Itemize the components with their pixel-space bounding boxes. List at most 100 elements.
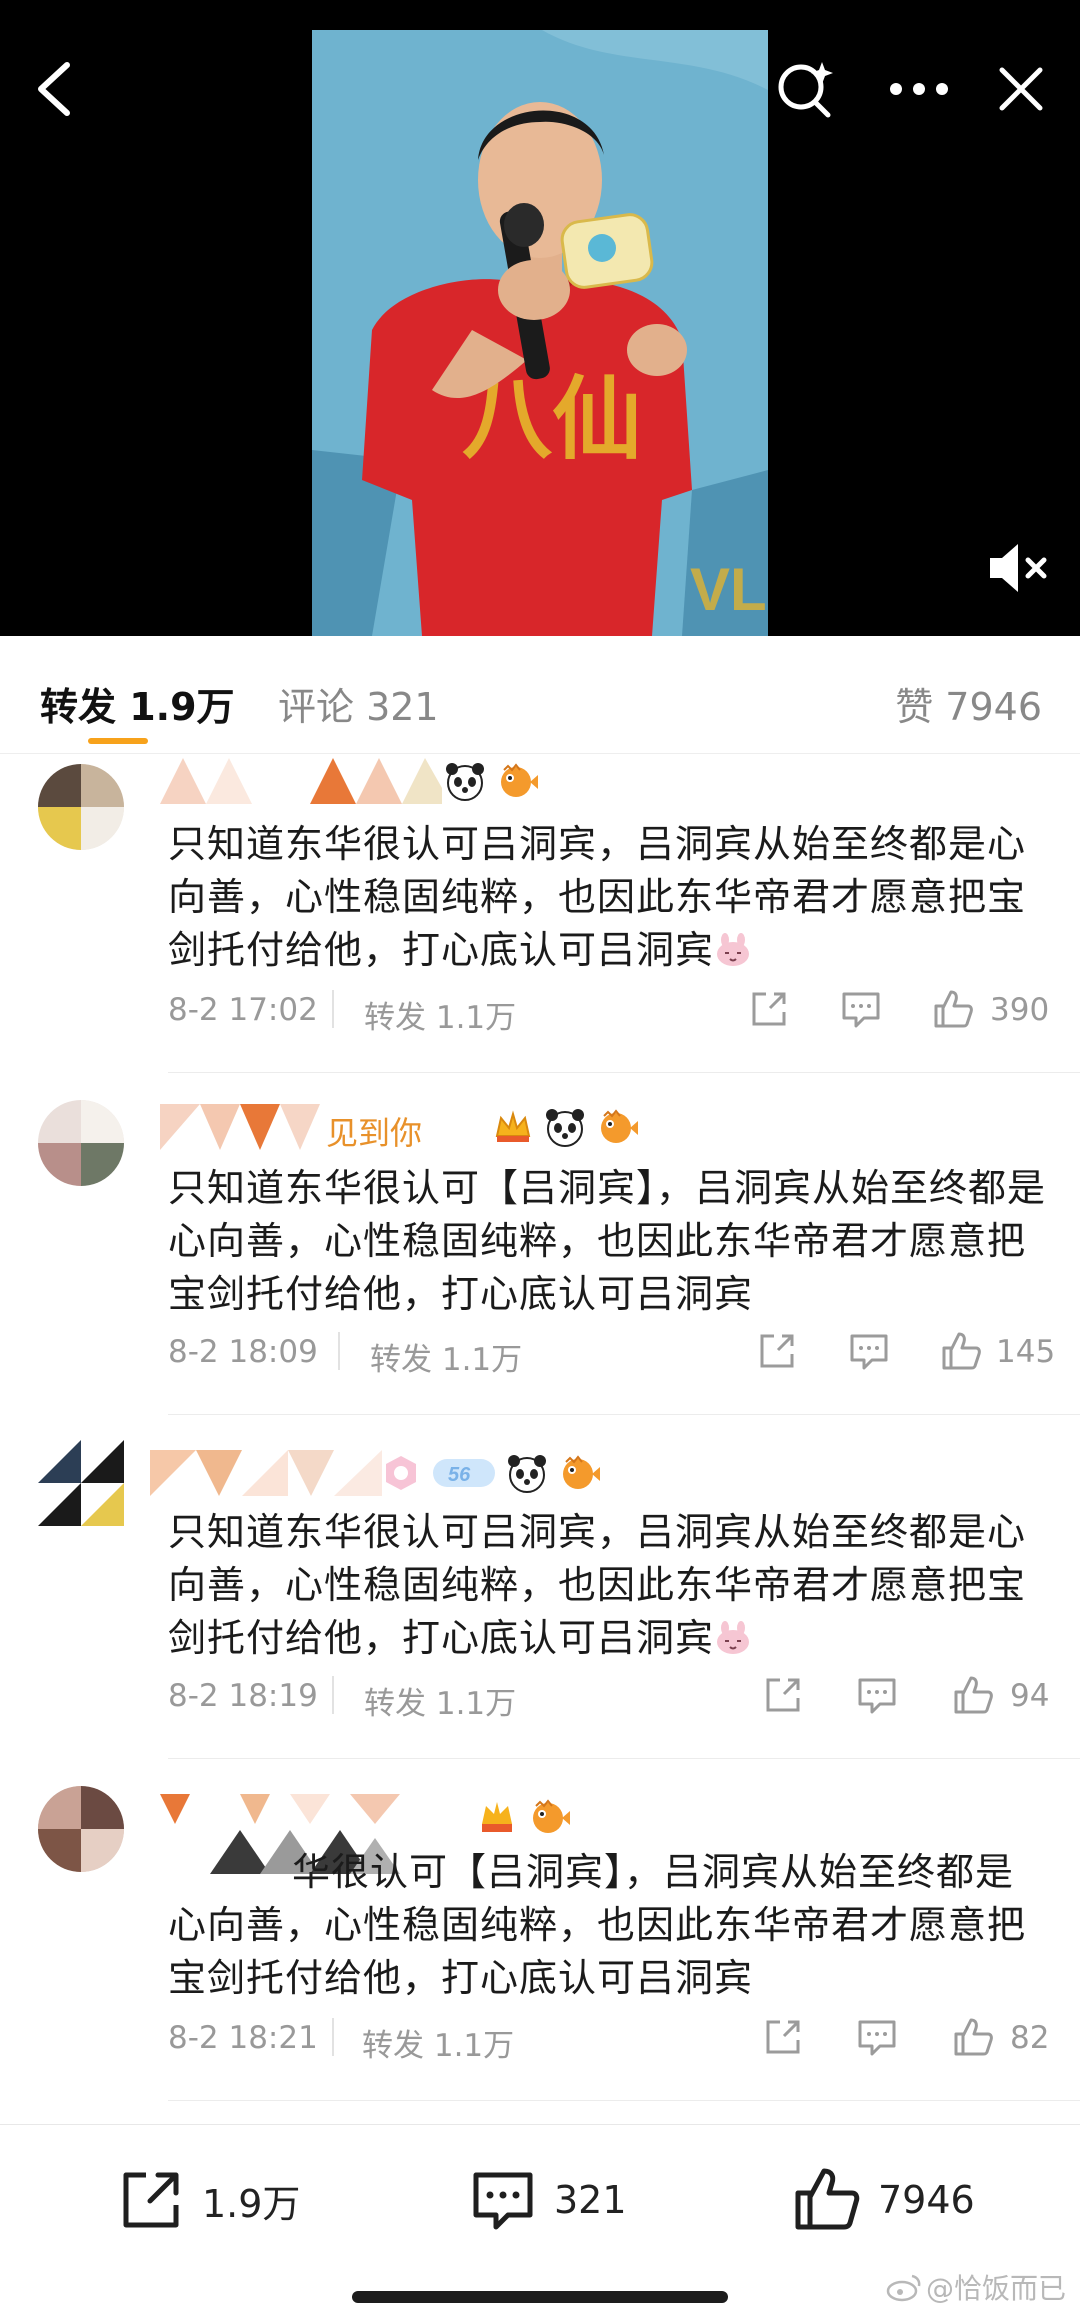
- tab-likes[interactable]: 赞 7946: [895, 676, 1042, 731]
- comment-divider: [168, 2100, 1080, 2101]
- panda-icon: [446, 763, 484, 801]
- share-button[interactable]: [748, 988, 790, 1030]
- thumbs-up-icon: [954, 2018, 993, 2056]
- share-button[interactable]: [762, 2016, 804, 2058]
- repost-count: 转发 1.1万: [364, 1000, 517, 1036]
- video-frame[interactable]: VL 八仙: [312, 30, 768, 636]
- crown-icon: [495, 1110, 531, 1142]
- comment-text-content: 华很认可【吕洞宾】，吕洞宾从始至终都是心向善，心性稳固纯粹，也因此东华帝君才愿意…: [168, 1850, 1027, 2000]
- watermark: @恰饭而已: [886, 2267, 1066, 2307]
- comment-text-content: 只知道东华很认可吕洞宾，吕洞宾从始至终都是心向善，心性稳固纯粹，也因此东华帝君才…: [168, 822, 1027, 972]
- search-button[interactable]: [770, 54, 840, 124]
- bunny-emoji-icon: [717, 1621, 750, 1654]
- like-button[interactable]: [952, 1674, 994, 1716]
- user-badges: [444, 758, 538, 804]
- meta-divider: [332, 1676, 334, 1714]
- comment-date: 8-2 18:21: [168, 2020, 318, 2056]
- comment-total: 321: [554, 2178, 627, 2222]
- reply-button[interactable]: [848, 1330, 890, 1372]
- back-button[interactable]: [18, 54, 88, 124]
- comment-divider: [168, 1758, 1080, 1759]
- comment-text: 只知道东华很认可吕洞宾，吕洞宾从始至终都是心向善，心性稳固纯粹，也因此东华帝君才…: [168, 818, 1048, 977]
- like-action[interactable]: 7946: [792, 2165, 975, 2235]
- comment-icon: [858, 2020, 896, 2056]
- repost-action[interactable]: 1.9万: [116, 2165, 300, 2235]
- comment-text: 只知道东华很认可吕洞宾，吕洞宾从始至终都是心向善，心性稳固纯粹，也因此东华帝君才…: [168, 1506, 1048, 1665]
- panda-icon: [546, 1109, 584, 1147]
- comment-icon: [842, 992, 880, 1028]
- comment-icon: [850, 1334, 888, 1370]
- chevron-left-icon: [38, 62, 70, 116]
- repost-count: 转发 1.1万: [370, 1342, 523, 1378]
- like-count: 390: [990, 992, 1050, 1028]
- more-button[interactable]: [884, 54, 954, 124]
- thumbs-up-icon: [934, 990, 973, 1028]
- share-icon: [766, 2020, 800, 2054]
- speaker-muted-icon: [990, 544, 1047, 592]
- close-button[interactable]: [986, 54, 1056, 124]
- video-player[interactable]: VL 八仙: [0, 0, 1080, 636]
- pufferfish-icon: [501, 763, 538, 797]
- username-mosaic[interactable]: [150, 1450, 382, 1496]
- username-mosaic[interactable]: [160, 1104, 320, 1150]
- like-count: 82: [1010, 2020, 1050, 2056]
- user-badges: 56: [380, 1450, 600, 1496]
- pufferfish-icon: [563, 1455, 600, 1489]
- user-badges: [492, 1104, 638, 1150]
- like-button[interactable]: [932, 988, 974, 1030]
- share-button[interactable]: [756, 1330, 798, 1372]
- comment-meta: 8-2 17:02 转发 1.1万 390: [168, 984, 1050, 1036]
- thumbs-up-icon: [954, 1676, 993, 1714]
- reply-button[interactable]: [856, 1674, 898, 1716]
- repost-count: 转发 1.1万: [362, 2028, 515, 2064]
- like-count: 145: [996, 1334, 1056, 1370]
- home-indicator[interactable]: [352, 2291, 728, 2303]
- meta-divider: [332, 2018, 334, 2056]
- pufferfish-icon: [533, 1799, 570, 1833]
- pufferfish-icon: [601, 1109, 638, 1143]
- svg-text:VL: VL: [690, 556, 767, 623]
- comment-meta: 8-2 18:19 转发 1.1万 94: [168, 1670, 1050, 1722]
- svg-text:56: 56: [448, 1464, 471, 1486]
- like-total: 7946: [878, 2178, 975, 2222]
- avatar[interactable]: [38, 1440, 124, 1526]
- comment-date: 8-2 18:19: [168, 1678, 318, 1714]
- comment-divider: [168, 1414, 1080, 1415]
- thumbs-up-icon: [795, 2168, 860, 2230]
- share-icon: [752, 992, 786, 1026]
- reply-button[interactable]: [840, 988, 882, 1030]
- avatar[interactable]: [38, 764, 124, 850]
- like-count: 94: [1010, 1678, 1050, 1714]
- comment-text: 只知道东华很认可【吕洞宾】，吕洞宾从始至终都是心向善，心性稳固纯粹，也因此东华帝…: [168, 1162, 1048, 1321]
- bottom-action-bar: 1.9万 321 7946 @恰饭而已: [0, 2124, 1080, 2312]
- comment-meta: 8-2 18:21 转发 1.1万 82: [168, 2012, 1050, 2064]
- username-mosaic[interactable]: [160, 758, 442, 804]
- share-button[interactable]: [762, 1674, 804, 1716]
- like-button[interactable]: [952, 2016, 994, 2058]
- member-level-icon: 56: [433, 1459, 495, 1487]
- panda-icon: [508, 1455, 546, 1493]
- tab-comments[interactable]: 评论 321: [278, 676, 439, 731]
- avatar[interactable]: [38, 1100, 124, 1186]
- username-visible[interactable]: 见到你: [326, 1108, 422, 1154]
- level-badge-icon: [386, 1456, 416, 1490]
- comment-text: 华很认可【吕洞宾】，吕洞宾从始至终都是心向善，心性稳固纯粹，也因此东华帝君才愿意…: [168, 1846, 1048, 2005]
- repost-icon: [123, 2172, 179, 2228]
- stats-tab-bar: 转发 1.9万 评论 321 赞 7946: [0, 636, 1080, 754]
- avatar-mosaic: [38, 1100, 124, 1186]
- magic-search-icon: [778, 62, 833, 118]
- comment-action[interactable]: 321: [468, 2165, 627, 2235]
- close-icon: [999, 67, 1043, 111]
- comment-date: 8-2 18:09: [168, 1334, 318, 1370]
- reply-button[interactable]: [856, 2016, 898, 2058]
- tab-reposts[interactable]: 转发 1.9万: [40, 676, 235, 731]
- avatar-mosaic: [38, 1440, 124, 1526]
- mute-button[interactable]: [986, 540, 1052, 596]
- repost-total: 1.9万: [202, 2181, 301, 2226]
- avatar[interactable]: [38, 1786, 124, 1872]
- thumbs-up-icon: [942, 1332, 981, 1370]
- avatar-mosaic: [38, 1786, 124, 1872]
- repost-count: 转发 1.1万: [364, 1686, 517, 1722]
- bunny-emoji-icon: [717, 933, 750, 966]
- like-button[interactable]: [940, 1330, 982, 1372]
